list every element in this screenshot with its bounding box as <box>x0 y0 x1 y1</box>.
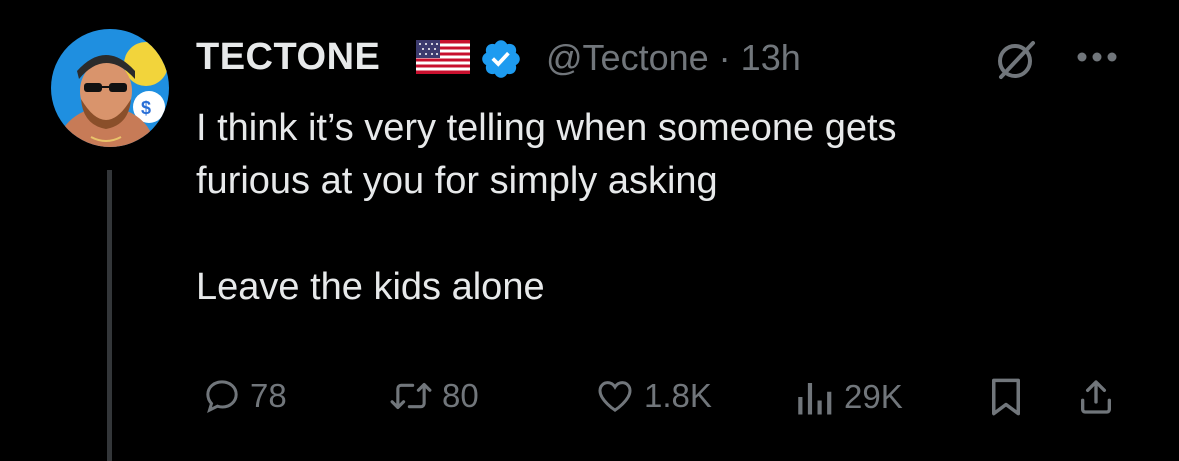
like-count: 1.8K <box>644 377 712 414</box>
tweet-header: TECTONE @Tectone · 13h <box>196 30 1139 90</box>
tweet-actions-bar: 78 80 1.8K 29K <box>196 370 1136 430</box>
like-button[interactable]: 1.8K <box>594 376 712 416</box>
grok-icon[interactable] <box>993 37 1039 88</box>
reply-button[interactable]: 78 <box>202 376 287 416</box>
thread-line <box>107 170 112 461</box>
views-icon <box>798 383 832 415</box>
display-name[interactable]: TECTONE <box>196 36 380 79</box>
separator: · <box>718 37 731 78</box>
repost-icon <box>390 382 432 410</box>
heart-icon <box>598 381 632 412</box>
repost-button[interactable]: 80 <box>388 376 479 416</box>
tweet-text-line: furious at you for simply asking <box>196 160 718 202</box>
svg-text:$: $ <box>141 98 151 118</box>
share-icon <box>1081 380 1111 414</box>
verified-badge-icon[interactable] <box>479 37 523 86</box>
bookmark-button[interactable] <box>988 376 1024 418</box>
tweet-text-line: I think it’s very telling when someone g… <box>196 107 897 149</box>
share-button[interactable] <box>1076 376 1116 418</box>
reply-icon <box>206 380 238 414</box>
repost-count: 80 <box>442 377 479 414</box>
handle-and-time: @Tectone · 13h <box>546 37 801 79</box>
avatar-image: $ <box>51 29 169 147</box>
reply-count: 78 <box>250 377 287 414</box>
timestamp[interactable]: 13h <box>741 37 801 78</box>
tweet-text-line: Leave the kids alone <box>196 266 545 308</box>
bookmark-icon <box>992 378 1020 416</box>
us-flag-icon <box>416 40 470 79</box>
handle[interactable]: @Tectone <box>546 37 709 78</box>
views-button[interactable]: 29K <box>792 376 903 418</box>
views-count: 29K <box>844 378 903 415</box>
avatar[interactable]: $ <box>51 29 169 147</box>
more-options-icon[interactable] <box>1076 50 1118 68</box>
tweet-text: I think it’s very telling when someone g… <box>196 102 1116 314</box>
